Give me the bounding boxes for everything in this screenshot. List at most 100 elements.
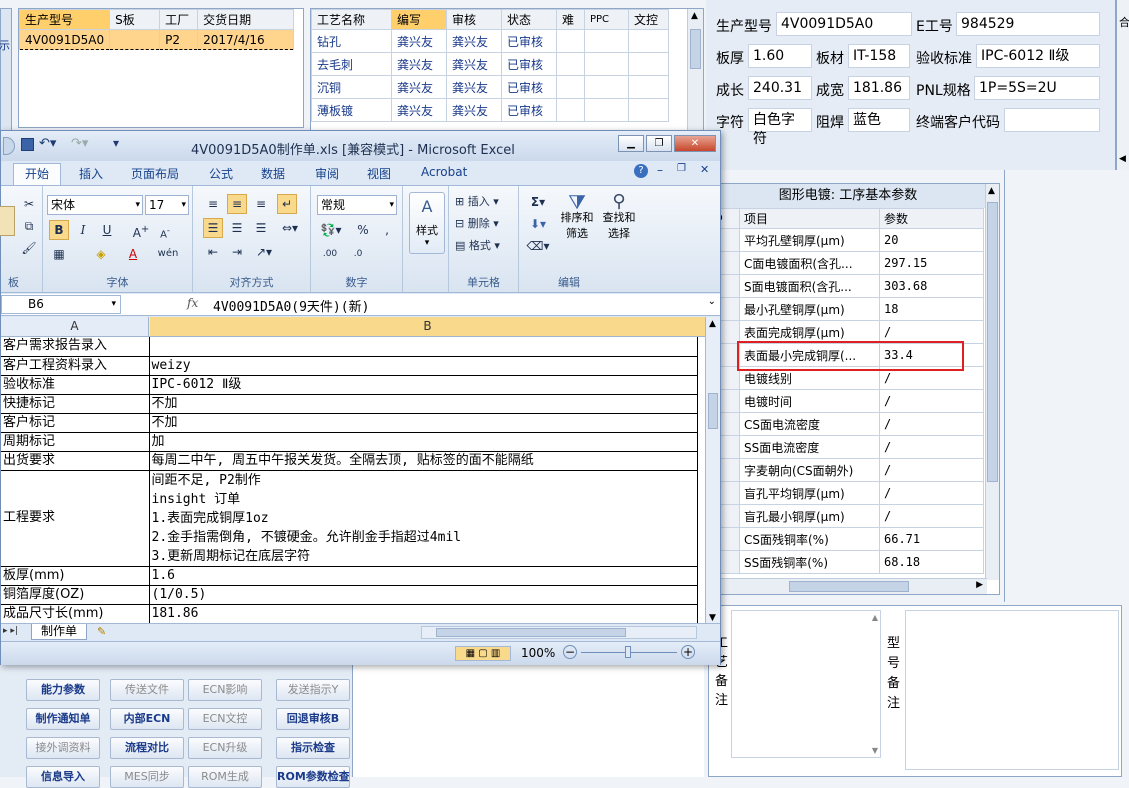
- office-button-icon[interactable]: [3, 137, 15, 155]
- ribbon-restore-icon[interactable]: ❐: [677, 163, 686, 174]
- cell-item[interactable]: 盲孔最小铜厚(μm): [739, 504, 880, 528]
- cell-label[interactable]: 周期标记: [1, 432, 150, 452]
- cell-item[interactable]: 平均孔壁铜厚(μm): [739, 228, 880, 252]
- table-row[interactable]: 4SS面电流密度/: [709, 435, 984, 459]
- table-row[interactable]: 9SS面残铜率(%)68.18: [709, 550, 984, 574]
- tab-review[interactable]: 审阅: [315, 165, 339, 182]
- function-button[interactable]: 信息导入: [26, 766, 100, 788]
- currency-icon[interactable]: 💱▾: [317, 220, 345, 240]
- insert-sheet-icon[interactable]: ✎: [97, 625, 106, 638]
- cell-item[interactable]: 最小孔壁铜厚(μm): [739, 297, 880, 321]
- process-remark-input[interactable]: ▲ ▼: [731, 610, 881, 758]
- cell-param[interactable]: /: [879, 458, 984, 482]
- view-mode-icons[interactable]: ▦ ▢ ▥: [455, 646, 511, 661]
- redo-icon[interactable]: ↷▾: [71, 136, 88, 151]
- cell-empty[interactable]: [584, 29, 629, 53]
- fill-color-icon[interactable]: ◈: [91, 244, 111, 264]
- cell-value[interactable]: 加: [149, 432, 698, 452]
- table-row[interactable]: 客户工程资料录入 weizy: [1, 356, 698, 376]
- col-header-writer[interactable]: 编写: [391, 9, 447, 30]
- cell-engineering-requirements[interactable]: 间距不足, P2制作 insight 订单 1.表面完成铜厚1oz 2.金手指需…: [149, 470, 698, 567]
- scroll-thumb[interactable]: [708, 393, 718, 429]
- sheet-tab-worksheet[interactable]: 制作单: [31, 624, 87, 640]
- cell-label[interactable]: 验收标准: [1, 375, 150, 395]
- grow-font-icon[interactable]: A+: [131, 220, 151, 240]
- wrap-text-icon[interactable]: ↵: [277, 194, 297, 214]
- delete-cells-button[interactable]: ⊟ 删除 ▾: [455, 214, 499, 234]
- ribbon-minimize-icon[interactable]: –: [657, 163, 663, 177]
- cell-empty[interactable]: [556, 52, 585, 76]
- cell-label[interactable]: 工程要求: [1, 470, 150, 567]
- scroll-down-icon[interactable]: ▼: [709, 613, 716, 623]
- format-painter-icon[interactable]: 🖌: [19, 238, 39, 258]
- function-button[interactable]: 流程对比: [110, 737, 184, 759]
- cell-param[interactable]: /: [879, 389, 984, 413]
- function-button[interactable]: 制作通知单: [26, 708, 100, 730]
- function-button[interactable]: ROM参数检查: [276, 766, 350, 788]
- cell-item[interactable]: CS面电流密度: [739, 412, 880, 436]
- cell-reviewer[interactable]: 龚兴友: [446, 98, 502, 122]
- italic-icon[interactable]: I: [73, 220, 93, 240]
- table-row[interactable]: 周期标记加: [1, 432, 698, 452]
- cell-item[interactable]: SS面残铜率(%): [739, 550, 880, 574]
- table-row[interactable]: 7盲孔最小铜厚(μm)/: [709, 504, 984, 528]
- fill-icon[interactable]: ⬇▾: [525, 214, 551, 234]
- col-header-item[interactable]: 项目: [739, 208, 880, 229]
- table-row[interactable]: 钻孔 龚兴友 龚兴友 已审核: [311, 29, 669, 53]
- model-field[interactable]: 4V0091D5A0: [776, 12, 912, 36]
- function-button[interactable]: 传送文件: [110, 679, 184, 701]
- sort-filter-button[interactable]: ⧩ 排序和筛选: [557, 192, 597, 242]
- cell-label[interactable]: 客户工程资料录入: [1, 356, 150, 376]
- shrink-font-icon[interactable]: A-: [155, 220, 175, 240]
- eno-field[interactable]: 984529: [956, 12, 1100, 36]
- scroll-up-icon[interactable]: ▲: [691, 11, 698, 21]
- col-header-s-board[interactable]: S板: [109, 9, 161, 30]
- pnl-field[interactable]: 1P=5S=2U: [974, 76, 1100, 100]
- expand-formula-icon[interactable]: ⌄: [708, 296, 716, 307]
- function-button[interactable]: ROM生成: [188, 766, 262, 788]
- scroll-thumb[interactable]: [789, 581, 909, 592]
- cell-empty[interactable]: [556, 29, 585, 53]
- cell-status[interactable]: 已审核: [501, 29, 557, 53]
- column-header-a[interactable]: A: [1, 317, 149, 336]
- cell-s-board[interactable]: [109, 29, 161, 50]
- table-row[interactable]: S面电镀面积(含孔... 303.68: [709, 274, 984, 298]
- cell-reviewer[interactable]: 龚兴友: [446, 75, 502, 99]
- number-format-dropdown[interactable]: 常规 ▾: [317, 195, 397, 215]
- scroll-thumb[interactable]: [987, 202, 998, 482]
- save-icon[interactable]: [21, 138, 34, 151]
- col-header-param[interactable]: 参数: [879, 208, 984, 229]
- cell-value[interactable]: 181.86: [149, 604, 698, 623]
- col-header-delivery-date[interactable]: 交货日期: [197, 9, 295, 30]
- cut-icon[interactable]: ✂: [19, 194, 39, 214]
- sheet-nav-icon[interactable]: ▸ ▸|: [3, 626, 18, 636]
- cell-param[interactable]: 20: [879, 228, 984, 252]
- material-field[interactable]: IT-158: [848, 44, 910, 68]
- function-button[interactable]: ECN升级: [188, 737, 262, 759]
- col-header-difficulty[interactable]: 难: [556, 9, 585, 30]
- param-panel-hscrollbar[interactable]: ▶: [709, 578, 987, 594]
- table-row[interactable]: 成品尺寸长(mm) 181.86: [1, 604, 698, 623]
- col-header-ppc[interactable]: PPC: [584, 9, 629, 30]
- cell-process[interactable]: 沉铜: [311, 75, 392, 99]
- cell-status[interactable]: 已审核: [501, 98, 557, 122]
- decrease-decimal-icon[interactable]: .0: [345, 244, 371, 264]
- cell-model[interactable]: 4V0091D5A0: [18, 29, 111, 50]
- cell-reviewer[interactable]: 龚兴友: [446, 29, 502, 53]
- autosum-icon[interactable]: Σ▾: [525, 192, 551, 212]
- cell-empty[interactable]: [556, 75, 585, 99]
- cell-empty[interactable]: [584, 75, 629, 99]
- table-row[interactable]: 客户标记 不加: [1, 413, 698, 433]
- customer-code-field[interactable]: [1004, 108, 1100, 132]
- cell-delivery-date[interactable]: 2017/4/16: [197, 29, 295, 50]
- worksheet[interactable]: A B 客户需求报告录入 客户工程资料录入 weizy 验收标准 IPC-6012 Ⅱ级…: [1, 317, 705, 623]
- cell-param[interactable]: /: [879, 504, 984, 528]
- cell-param[interactable]: /: [879, 435, 984, 459]
- percent-icon[interactable]: %: [353, 220, 373, 240]
- function-button[interactable]: 能力参数: [26, 679, 100, 701]
- table-row[interactable]: 3最小孔壁铜厚(μm)18: [709, 297, 984, 321]
- cell-writer[interactable]: 龚兴友: [391, 29, 447, 53]
- align-right-icon[interactable]: ☰: [251, 218, 271, 238]
- cell-value[interactable]: 每周二中午, 周五中午报关发货。全隔去顶, 贴标签的面不能隔纸: [149, 451, 698, 471]
- table-row[interactable]: 5字麦朝向(CS面朝外)/: [709, 458, 984, 482]
